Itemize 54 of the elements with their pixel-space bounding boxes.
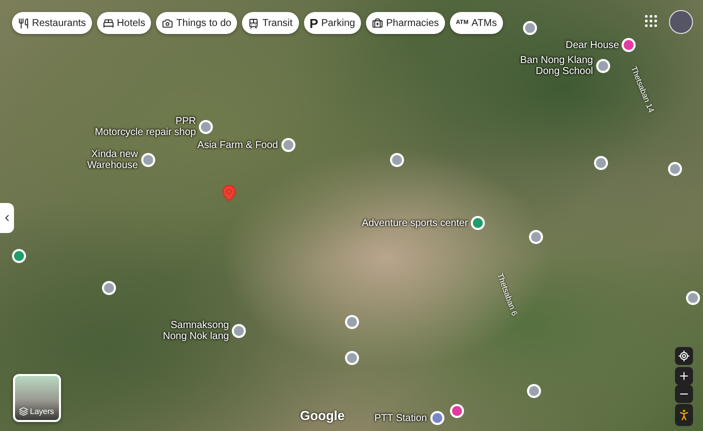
- category-icon: [372, 18, 384, 28]
- collapse-side-panel-button[interactable]: [0, 203, 14, 233]
- place-marker[interactable]: [527, 384, 541, 398]
- satellite-map[interactable]: [0, 0, 703, 431]
- place-marker[interactable]: [430, 411, 444, 425]
- my-location-button[interactable]: [675, 347, 693, 365]
- street-view-button[interactable]: [675, 404, 693, 426]
- apps-grid-icon[interactable]: [643, 13, 659, 29]
- person-icon: [677, 408, 691, 422]
- place-label[interactable]: Samnaksong Nong Nok lang: [162, 320, 229, 342]
- avatar[interactable]: [669, 10, 693, 34]
- place-marker[interactable]: [596, 59, 610, 73]
- category-icon: [162, 18, 174, 28]
- place-marker[interactable]: [345, 315, 359, 329]
- place-marker[interactable]: [622, 38, 636, 52]
- place-label[interactable]: Asia Farm & Food: [197, 140, 278, 150]
- place-label[interactable]: PTT Station: [374, 412, 427, 424]
- place-marker[interactable]: [529, 230, 543, 244]
- plus-icon: [678, 370, 690, 382]
- place-marker[interactable]: [345, 351, 359, 365]
- category-icon: P: [310, 16, 318, 30]
- place-marker[interactable]: [12, 249, 26, 263]
- locate-icon: [678, 350, 690, 362]
- place-label[interactable]: Xinda new Warehouse: [87, 149, 138, 171]
- place-marker[interactable]: [523, 21, 537, 35]
- layers-icon: [19, 407, 28, 416]
- category-icon: [102, 18, 114, 28]
- place-marker[interactable]: [232, 324, 246, 338]
- place-marker[interactable]: [471, 216, 485, 230]
- map-logo: Google: [300, 408, 345, 423]
- zoom-in-button[interactable]: [675, 367, 693, 385]
- category-icon: [248, 18, 260, 28]
- place-marker[interactable]: [668, 162, 682, 176]
- place-marker[interactable]: [390, 153, 404, 167]
- category-chip[interactable]: Transit: [242, 12, 299, 34]
- layers-button[interactable]: Layers: [13, 374, 61, 422]
- category-icon: [18, 18, 29, 28]
- place-label[interactable]: Dear House: [566, 40, 619, 50]
- zoom-out-button[interactable]: [675, 385, 693, 403]
- category-chip[interactable]: Pharmacies: [366, 12, 445, 34]
- place-marker[interactable]: [102, 281, 116, 295]
- place-marker[interactable]: [594, 156, 608, 170]
- place-marker[interactable]: [686, 291, 700, 305]
- location-pin-icon: [220, 182, 238, 204]
- place-marker[interactable]: [450, 404, 464, 418]
- category-chip[interactable]: Hotels: [96, 12, 152, 34]
- place-marker[interactable]: [199, 120, 213, 134]
- place-label[interactable]: PPR Motorcycle repair shop: [94, 116, 196, 138]
- place-marker[interactable]: [141, 153, 155, 167]
- category-chip[interactable]: P Parking: [304, 12, 362, 34]
- category-chip[interactable]: Restaurants: [12, 12, 92, 34]
- place-label[interactable]: Ban Nong Klang Dong School: [520, 55, 593, 77]
- place-marker[interactable]: [281, 138, 295, 152]
- category-chip[interactable]: Things to do: [156, 12, 238, 34]
